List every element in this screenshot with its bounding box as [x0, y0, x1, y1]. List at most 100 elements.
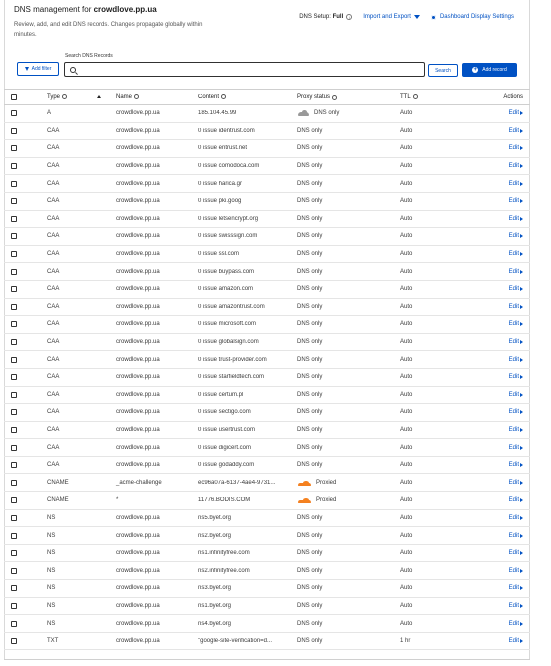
edit-button[interactable]: Edit	[509, 198, 523, 204]
row-checkbox[interactable]	[11, 198, 17, 205]
table-row[interactable]: CAA crowdlove.pp.ua 0 issue certum.pl DNS o…	[4, 387, 530, 405]
table-row[interactable]: CAA crowdlove.pp.ua 0 issue amazon.com DNS …	[4, 281, 530, 299]
table-row[interactable]: CAA crowdlove.pp.ua 0 issue godaddy.com DNS…	[4, 457, 530, 475]
table-row[interactable]: NS crowdlove.pp.ua ns2.byet.org DNS only Aut…	[4, 527, 530, 545]
search-button[interactable]: Search	[428, 64, 458, 77]
edit-button[interactable]: Edit	[509, 269, 523, 275]
row-checkbox[interactable]	[11, 550, 17, 557]
edit-button[interactable]: Edit	[509, 304, 523, 310]
edit-button[interactable]: Edit	[509, 621, 523, 627]
row-checkbox[interactable]	[11, 356, 17, 363]
table-row[interactable]: NS crowdlove.pp.ua ns2.infinityfree.com DNS…	[4, 562, 530, 581]
table-row[interactable]: CNAME _acme-challenge ec96a07a-6137-4ae4-9…	[4, 474, 530, 493]
edit-button[interactable]: Edit	[509, 181, 523, 187]
row-checkbox[interactable]	[11, 638, 17, 645]
row-checkbox[interactable]	[11, 303, 17, 310]
row-checkbox[interactable]	[11, 391, 17, 398]
table-row[interactable]: CAA crowdlove.pp.ua 0 issue starfieldtech.…	[4, 369, 530, 387]
edit-button[interactable]: Edit	[509, 392, 523, 398]
column-content[interactable]: Content	[198, 93, 227, 100]
edit-button[interactable]: Edit	[509, 550, 523, 556]
row-checkbox[interactable]	[11, 602, 17, 609]
add-filter-button[interactable]: Add filter	[17, 62, 59, 76]
edit-button[interactable]: Edit	[509, 533, 523, 539]
select-all-checkbox[interactable]	[11, 94, 17, 100]
row-checkbox[interactable]	[11, 374, 17, 381]
row-checkbox[interactable]	[11, 145, 17, 152]
edit-button[interactable]: Edit	[509, 480, 523, 486]
import-export-button[interactable]: Import and Export	[363, 14, 420, 20]
edit-button[interactable]: Edit	[509, 233, 523, 239]
row-checkbox[interactable]	[11, 127, 17, 134]
row-checkbox[interactable]	[11, 585, 17, 592]
edit-button[interactable]: Edit	[509, 128, 523, 134]
row-checkbox[interactable]	[11, 444, 17, 451]
column-type[interactable]: Type	[47, 93, 68, 100]
table-row[interactable]: NS crowdlove.pp.ua ns1.infinityfree.com DNS…	[4, 545, 530, 563]
edit-button[interactable]: Edit	[509, 163, 523, 169]
sort-ascending-icon[interactable]	[97, 94, 101, 100]
edit-button[interactable]: Edit	[509, 321, 523, 327]
edit-button[interactable]: Edit	[509, 515, 523, 521]
edit-button[interactable]: Edit	[509, 251, 523, 257]
edit-button[interactable]: Edit	[509, 568, 523, 574]
row-checkbox[interactable]	[11, 426, 17, 433]
table-row[interactable]: TXT crowdlove.pp.ua "google-site-verificat…	[4, 633, 530, 651]
edit-button[interactable]: Edit	[509, 445, 523, 451]
column-name[interactable]: Name	[116, 93, 140, 100]
edit-button[interactable]: Edit	[509, 427, 523, 433]
row-checkbox[interactable]	[11, 514, 17, 521]
row-checkbox[interactable]	[11, 321, 17, 328]
table-row[interactable]: NS crowdlove.pp.ua ns3.byet.org DNS only Aut…	[4, 580, 530, 598]
row-checkbox[interactable]	[11, 251, 17, 258]
row-checkbox[interactable]	[11, 497, 17, 504]
table-row[interactable]: NS crowdlove.pp.ua ns5.byet.org DNS only Aut…	[4, 510, 530, 528]
row-checkbox[interactable]	[11, 567, 17, 574]
edit-button[interactable]: Edit	[509, 357, 523, 363]
table-row[interactable]: CAA crowdlove.pp.ua 0 issue ssl.com DNS onl…	[4, 246, 530, 264]
column-ttl[interactable]: TTL	[400, 93, 418, 100]
table-row[interactable]: CAA crowdlove.pp.ua 0 issue sectigo.com DNS…	[4, 404, 530, 422]
row-checkbox[interactable]	[11, 215, 17, 222]
table-row[interactable]: CAA crowdlove.pp.ua 0 issue usertrust.com D…	[4, 422, 530, 440]
edit-button[interactable]: Edit	[509, 286, 523, 292]
table-row[interactable]: CNAME * 11776.BODIS.COM Proxied Auto Edit	[4, 492, 530, 510]
edit-button[interactable]: Edit	[509, 585, 523, 591]
table-row[interactable]: CAA crowdlove.pp.ua 0 issue entrust.net DNS…	[4, 140, 530, 158]
edit-button[interactable]: Edit	[509, 603, 523, 609]
edit-button[interactable]: Edit	[509, 374, 523, 380]
table-row[interactable]: CAA crowdlove.pp.ua 0 issue microsoft.com D…	[4, 316, 530, 334]
row-checkbox[interactable]	[11, 620, 17, 627]
row-checkbox[interactable]	[11, 180, 17, 187]
row-checkbox[interactable]	[11, 462, 17, 469]
table-row[interactable]: CAA crowdlove.pp.ua 0 issue pki.goog DNS on…	[4, 193, 530, 211]
edit-button[interactable]: Edit	[509, 497, 523, 503]
edit-button[interactable]: Edit	[509, 638, 523, 644]
row-checkbox[interactable]	[11, 286, 17, 293]
dashboard-display-settings-link[interactable]: Dashboard Display Settings	[430, 14, 514, 20]
row-checkbox[interactable]	[11, 163, 17, 170]
table-row[interactable]: CAA crowdlove.pp.ua 0 issue digicert.com DN…	[4, 439, 530, 457]
edit-button[interactable]: Edit	[509, 409, 523, 415]
edit-button[interactable]: Edit	[509, 339, 523, 345]
row-checkbox[interactable]	[11, 268, 17, 275]
row-checkbox[interactable]	[11, 479, 17, 486]
info-icon[interactable]: i	[346, 14, 353, 20]
table-row[interactable]: CAA crowdlove.pp.ua 0 issue swisssign.com D…	[4, 228, 530, 246]
column-proxy-status[interactable]: Proxy status	[297, 94, 338, 100]
row-checkbox[interactable]	[11, 233, 17, 240]
edit-button[interactable]: Edit	[509, 145, 523, 151]
table-row[interactable]: NS crowdlove.pp.ua ns1.byet.org DNS only Aut…	[4, 598, 530, 616]
edit-button[interactable]: Edit	[509, 110, 523, 116]
table-row[interactable]: CAA crowdlove.pp.ua 0 issue comodoca.com DN…	[4, 158, 530, 176]
search-input[interactable]	[64, 62, 425, 77]
edit-button[interactable]: Edit	[509, 462, 523, 468]
table-row[interactable]: Acrowdlove.pp.ua 185.104.45.99 DNS only Aut…	[4, 105, 530, 123]
row-checkbox[interactable]	[11, 409, 17, 416]
table-row[interactable]: CAA crowdlove.pp.ua 0 issue trust-provider…	[4, 351, 530, 369]
row-checkbox[interactable]	[11, 339, 17, 346]
add-record-button[interactable]: + Add record	[462, 63, 517, 77]
table-row[interactable]: CAA crowdlove.pp.ua 0 issue amazontrust.co…	[4, 299, 530, 317]
table-row[interactable]: NS crowdlove.pp.ua ns4.byet.org DNS only Aut…	[4, 615, 530, 633]
table-row[interactable]: CAA crowdlove.pp.ua 0 issue letsencrypt.or…	[4, 211, 530, 229]
